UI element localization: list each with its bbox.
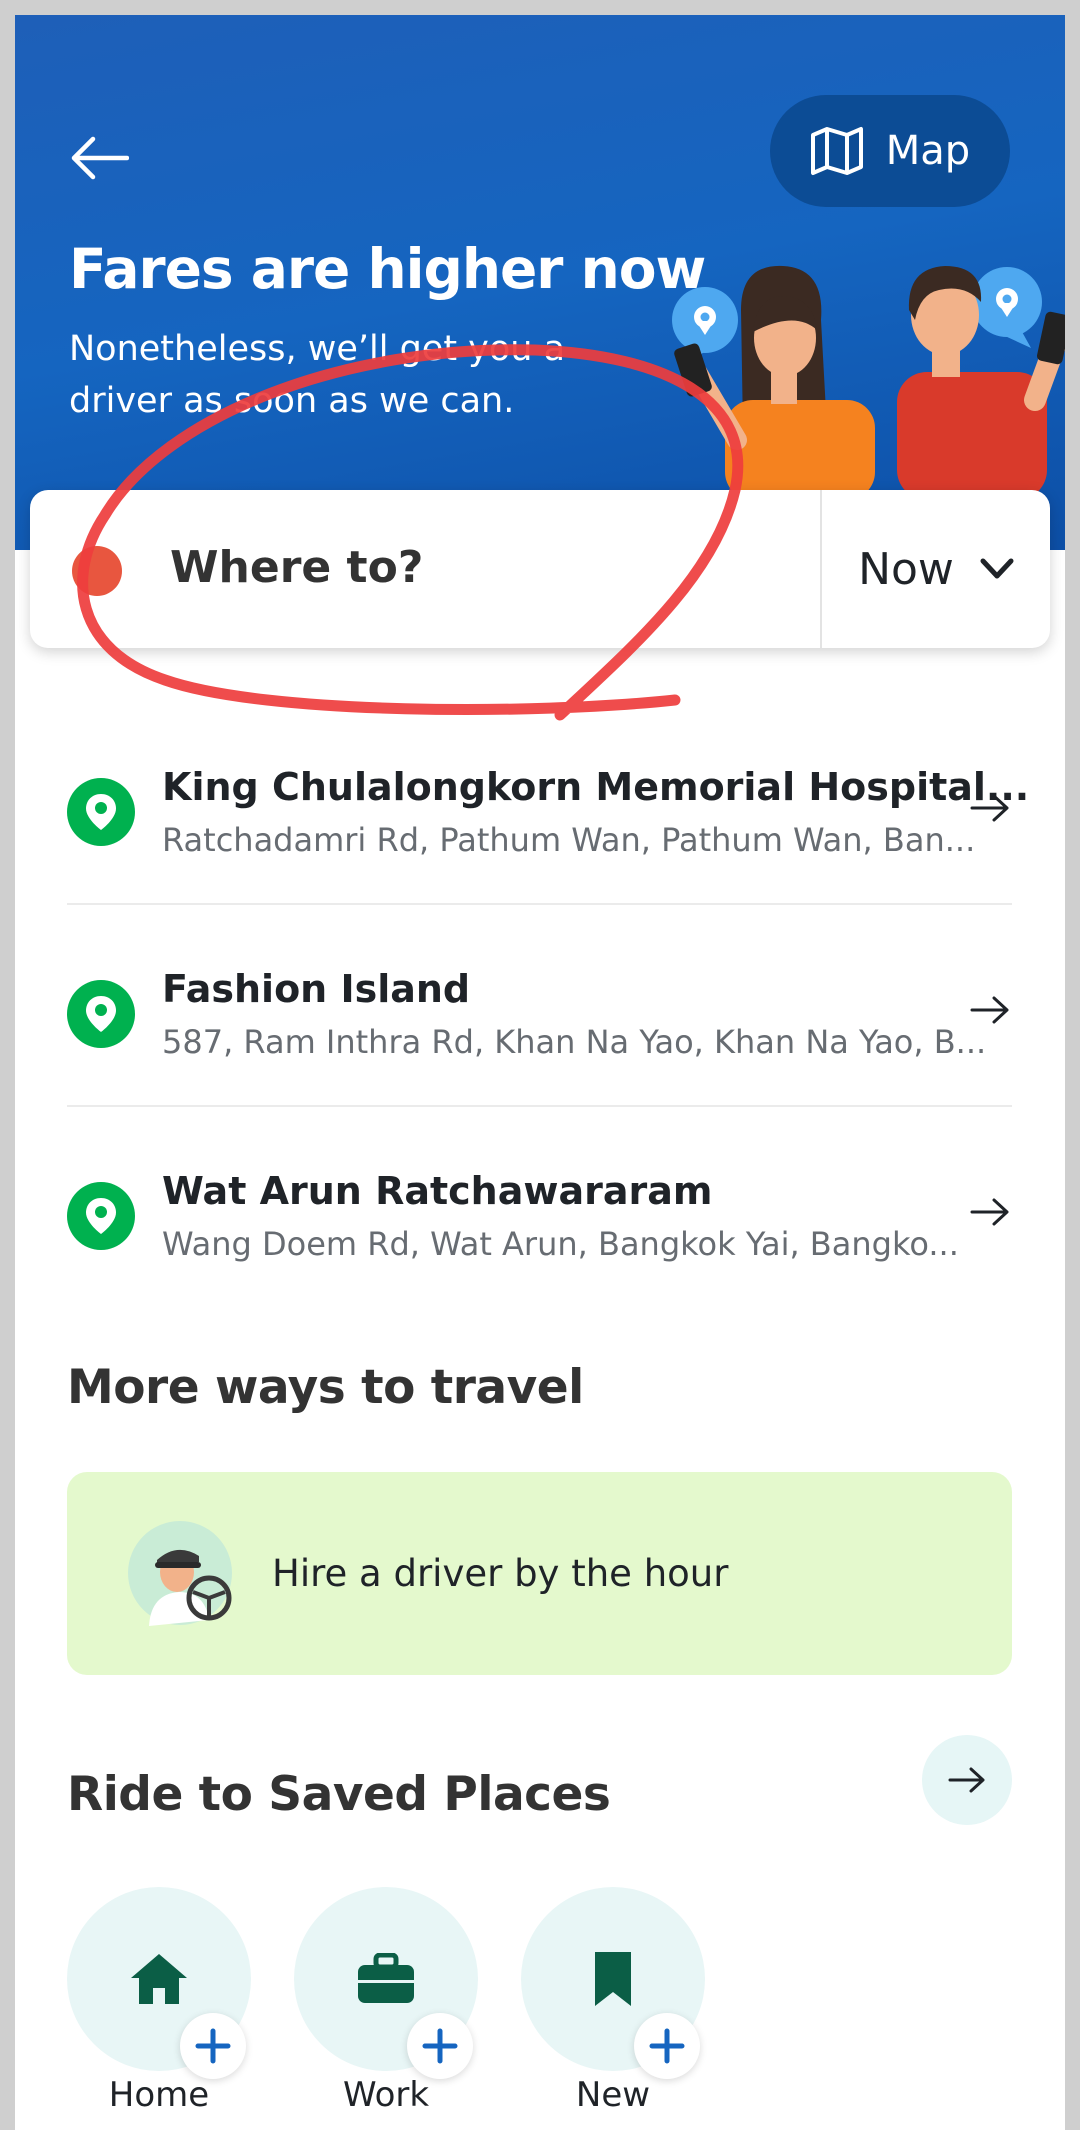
- recent-place-item[interactable]: King Chulalongkorn Memorial Hospital... …: [67, 703, 1029, 903]
- arrow-right-icon: [970, 996, 1009, 1024]
- plus-icon: [195, 2028, 231, 2064]
- add-home-button[interactable]: [180, 2013, 246, 2079]
- place-name: Wat Arun Ratchawararam: [162, 1169, 713, 1213]
- hire-driver-label: Hire a driver by the hour: [272, 1552, 729, 1595]
- app-screen: Map Fares are higher now Nonetheless, we…: [15, 15, 1065, 2130]
- add-work-button[interactable]: [407, 2013, 473, 2079]
- time-selector[interactable]: Now: [822, 490, 1050, 648]
- saved-place-label: Work: [342, 2075, 430, 2115]
- chauffeur-icon: [128, 1521, 232, 1626]
- map-button[interactable]: Map: [770, 95, 1010, 207]
- saved-place-work[interactable]: [294, 1887, 478, 2079]
- plus-icon: [422, 2028, 458, 2064]
- recent-place-item[interactable]: Fashion Island 587, Ram Inthra Rd, Khan …: [67, 905, 1012, 1105]
- arrow-left-icon: [71, 136, 129, 180]
- add-new-place-button[interactable]: [634, 2013, 700, 2079]
- where-to-input[interactable]: Where to?: [170, 542, 423, 593]
- time-selector-label: Now: [858, 543, 954, 595]
- home-icon: [131, 1954, 187, 2004]
- bookmark-icon: [595, 1952, 631, 2006]
- destination-pin-icon: [72, 546, 122, 596]
- page-subtitle: Nonetheless, we’ll get you a driver as s…: [69, 329, 566, 421]
- hire-driver-card[interactable]: Hire a driver by the hour: [67, 1472, 1012, 1675]
- chevron-down-icon: [980, 558, 1014, 579]
- more-ways-title: More ways to travel: [67, 1360, 584, 1415]
- arrow-right-icon: [948, 1767, 985, 1793]
- header-banner: Map Fares are higher now Nonetheless, we…: [15, 15, 1065, 550]
- location-pin-icon: [67, 1182, 135, 1250]
- saved-place-label: New: [575, 2075, 651, 2115]
- place-address: Wang Doem Rd, Wat Arun, Bangkok Yai, Ban…: [162, 1225, 959, 1263]
- saved-places-see-all-button[interactable]: [922, 1735, 1012, 1825]
- plus-icon: [649, 2028, 685, 2064]
- place-address: Ratchadamri Rd, Pathum Wan, Pathum Wan, …: [162, 821, 976, 859]
- recent-place-item[interactable]: Wat Arun Ratchawararam Wang Doem Rd, Wat…: [67, 1107, 1012, 1307]
- map-icon: [810, 127, 863, 175]
- arrow-right-icon: [970, 1198, 1009, 1226]
- saved-place-new[interactable]: [521, 1887, 705, 2079]
- place-name: Fashion Island: [162, 967, 471, 1011]
- location-pin-icon: [67, 980, 135, 1048]
- place-name: King Chulalongkorn Memorial Hospital...: [162, 765, 1030, 809]
- saved-place-label: Home: [108, 2075, 210, 2115]
- arrow-right-icon: [970, 794, 1009, 822]
- back-button[interactable]: [65, 123, 135, 193]
- saved-place-home[interactable]: [67, 1887, 251, 2079]
- briefcase-icon: [358, 1953, 414, 2003]
- location-bubble-right: [972, 267, 1042, 348]
- map-button-label: Map: [885, 128, 971, 174]
- where-to-search-bar[interactable]: Where to? Now: [30, 490, 1050, 648]
- riders-illustration: [672, 265, 1065, 500]
- place-address: 587, Ram Inthra Rd, Khan Na Yao, Khan Na…: [162, 1023, 987, 1061]
- saved-places-title: Ride to Saved Places: [67, 1767, 611, 1822]
- location-pin-icon: [67, 778, 135, 846]
- page-title: Fares are higher now: [69, 237, 706, 301]
